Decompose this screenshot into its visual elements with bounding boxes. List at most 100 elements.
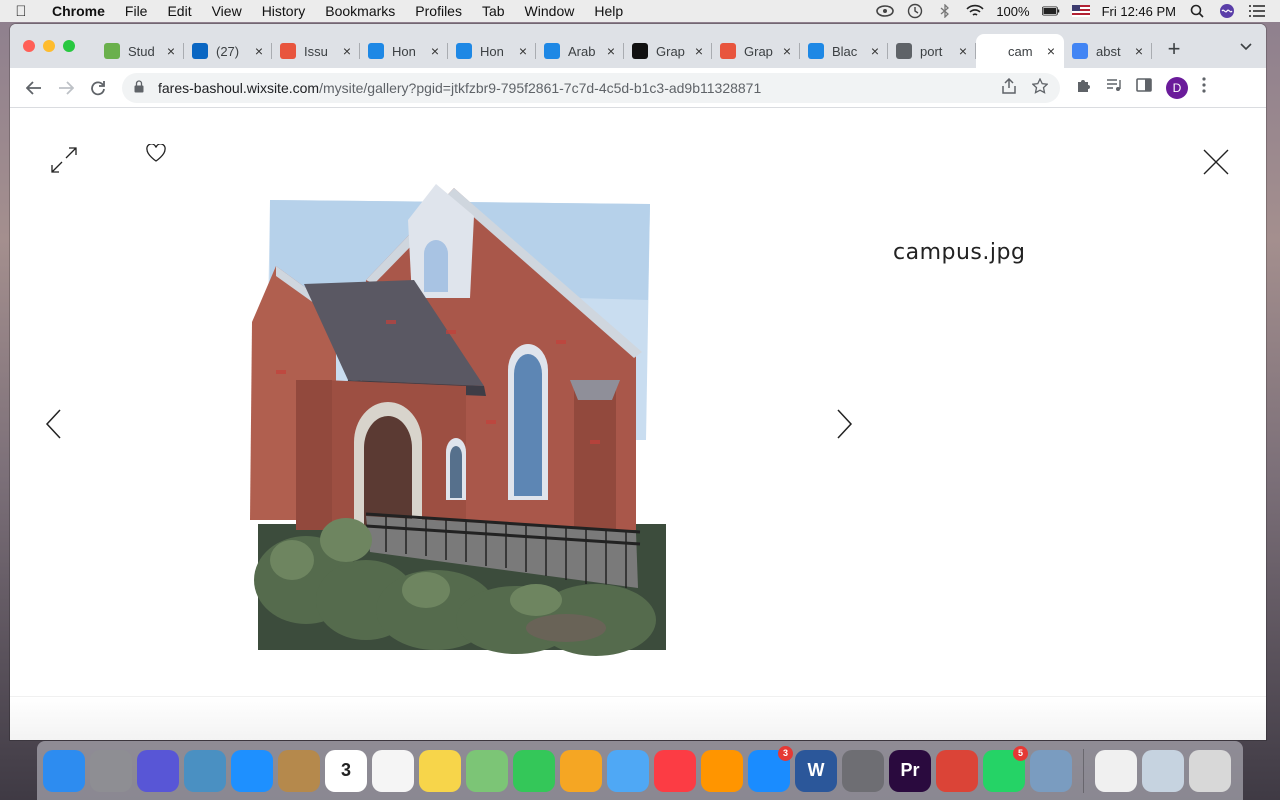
tab-close-icon[interactable]: × [164, 43, 178, 59]
close-window-button[interactable] [23, 40, 35, 52]
browser-tab[interactable]: Arab × [536, 34, 624, 68]
back-button[interactable] [18, 72, 50, 104]
folder-icon[interactable] [1142, 749, 1184, 792]
reminders-icon[interactable] [372, 749, 414, 792]
side-panel-icon[interactable] [1136, 78, 1152, 97]
finder-icon[interactable] [43, 749, 85, 792]
trash-icon[interactable] [1189, 749, 1231, 792]
spotlight-search-icon[interactable] [1188, 4, 1206, 18]
next-image-icon[interactable] [834, 408, 854, 440]
menu-history[interactable]: History [252, 3, 316, 19]
menu-window[interactable]: Window [515, 3, 585, 19]
tab-close-icon[interactable]: × [516, 43, 530, 59]
tab-close-icon[interactable]: × [692, 43, 706, 59]
tab-close-icon[interactable]: × [780, 43, 794, 59]
tab-title: Stud [128, 43, 155, 59]
menu-profiles[interactable]: Profiles [405, 3, 472, 19]
clock[interactable]: Fri 12:46 PM [1102, 4, 1176, 19]
browser-tab[interactable]: Grap × [712, 34, 800, 68]
browser-tab[interactable]: Stud × [96, 34, 184, 68]
extensions-puzzle-icon[interactable] [1076, 77, 1092, 98]
wifi-icon[interactable] [966, 4, 984, 18]
browser-tab[interactable]: Hon × [360, 34, 448, 68]
music-icon[interactable] [654, 749, 696, 792]
tab-search-chevron-icon[interactable] [1240, 38, 1252, 54]
lock-icon[interactable] [134, 79, 148, 96]
minimize-window-button[interactable] [43, 40, 55, 52]
premiere-icon[interactable]: Pr [889, 749, 931, 792]
menu-bookmarks[interactable]: Bookmarks [315, 3, 405, 19]
document-icon[interactable] [1095, 749, 1137, 792]
contacts-icon[interactable] [278, 749, 320, 792]
time-machine-icon[interactable] [906, 3, 924, 19]
menu-app-name[interactable]: Chrome [42, 3, 115, 19]
heart-like-icon[interactable] [146, 143, 166, 164]
issuu-icon [280, 43, 296, 59]
tab-close-icon[interactable]: × [1132, 43, 1146, 59]
browser-toolbar: fares-bashoul.wixsite.com/mysite/gallery… [10, 68, 1266, 108]
menu-help[interactable]: Help [584, 3, 633, 19]
dock-icon-label: W [807, 760, 825, 780]
close-viewer-icon[interactable] [1200, 146, 1232, 178]
browser-tab[interactable]: abst × [1064, 34, 1152, 68]
tab-close-icon[interactable]: × [868, 43, 882, 59]
chrome-menu-icon[interactable] [1202, 77, 1206, 98]
tab-close-icon[interactable]: × [340, 43, 354, 59]
browser-tab[interactable]: (27) × [184, 34, 272, 68]
notification-center-icon[interactable] [1248, 4, 1266, 18]
messages-icon[interactable] [607, 749, 649, 792]
battery-icon[interactable] [1041, 4, 1060, 18]
menu-view[interactable]: View [202, 3, 252, 19]
tab-close-icon[interactable]: × [428, 43, 442, 59]
books-icon[interactable] [701, 749, 743, 792]
launchpad-icon[interactable] [90, 749, 132, 792]
siri-icon[interactable] [137, 749, 179, 792]
forward-button[interactable] [50, 72, 82, 104]
media-control-icon[interactable] [1106, 78, 1122, 97]
tab-title: Issu [304, 43, 328, 59]
notes-icon[interactable] [419, 749, 461, 792]
browser-tab[interactable]: Issu × [272, 34, 360, 68]
zoom-window-button[interactable] [63, 40, 75, 52]
apple-menu-icon[interactable]:  [0, 3, 42, 20]
browser-tab[interactable]: Hon × [448, 34, 536, 68]
word-icon[interactable]: W [795, 749, 837, 792]
browser-tab[interactable]: Blac × [800, 34, 888, 68]
profile-avatar[interactable]: D [1166, 76, 1188, 99]
tab-close-icon[interactable]: × [252, 43, 266, 59]
tab-close-icon[interactable]: × [956, 43, 970, 59]
browser-tab[interactable]: Grap × [624, 34, 712, 68]
preview-photo-icon[interactable] [1030, 749, 1072, 792]
bluetooth-icon[interactable] [936, 4, 954, 18]
address-bar[interactable]: fares-bashoul.wixsite.com/mysite/gallery… [122, 72, 1060, 103]
browser-tab[interactable]: cam × [976, 34, 1064, 68]
url-host: fares-bashoul.wixsite.com [158, 79, 320, 96]
photos-icon[interactable] [560, 749, 602, 792]
menu-edit[interactable]: Edit [157, 3, 201, 19]
browser-tab[interactable]: port × [888, 34, 976, 68]
expand-fullscreen-icon[interactable] [48, 144, 80, 176]
reload-button[interactable] [82, 72, 114, 104]
bookmark-star-icon[interactable] [1031, 77, 1049, 97]
previous-image-icon[interactable] [44, 408, 64, 440]
menu-tab[interactable]: Tab [472, 3, 515, 19]
creative-cloud-icon[interactable] [876, 4, 895, 18]
us-flag-icon[interactable] [1071, 4, 1090, 18]
dock-separator [1083, 748, 1084, 793]
tab-close-icon[interactable]: × [1044, 43, 1058, 59]
preview-icon[interactable] [184, 749, 226, 792]
whatsapp-icon[interactable]: 5 [983, 745, 1028, 792]
siri-icon[interactable] [1218, 4, 1236, 18]
safari-icon[interactable] [231, 749, 273, 792]
maps-icon[interactable] [466, 749, 508, 792]
menu-file[interactable]: File [115, 3, 158, 19]
facetime-icon[interactable] [513, 749, 555, 792]
thumbnail-strip [10, 696, 1266, 740]
calendar-icon[interactable]: 3 [325, 749, 367, 792]
tab-close-icon[interactable]: × [604, 43, 618, 59]
chrome-icon[interactable] [936, 749, 978, 792]
share-icon[interactable] [1002, 77, 1016, 97]
new-tab-button[interactable]: + [1158, 36, 1190, 62]
system-preferences-icon[interactable] [842, 749, 884, 792]
app-store-icon[interactable]: 3 [748, 745, 793, 792]
